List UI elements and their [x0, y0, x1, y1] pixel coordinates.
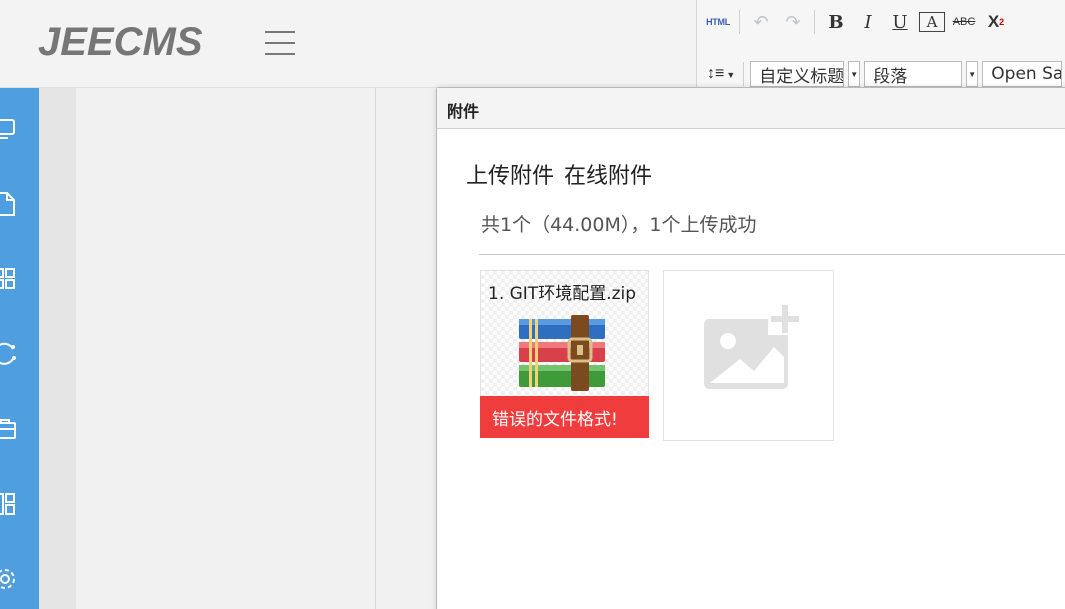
- chevron-down-icon[interactable]: ▼: [848, 61, 861, 87]
- app-logo[interactable]: JEECMS: [38, 20, 203, 65]
- line-height-icon[interactable]: ↕≡ ▼: [707, 65, 735, 83]
- refresh-icon[interactable]: [0, 341, 18, 367]
- archive-file-icon: [517, 315, 607, 391]
- redo-icon[interactable]: ↷: [780, 9, 806, 35]
- font-family-select[interactable]: Open Sans: [982, 61, 1063, 87]
- monitor-icon[interactable]: [0, 116, 18, 142]
- toolbar-separator: [814, 10, 815, 34]
- add-file-button[interactable]: [663, 270, 834, 441]
- upload-status: 共1个（44.00M），1个上传成功: [481, 214, 757, 236]
- strikethrough-button[interactable]: ABC: [951, 9, 977, 35]
- html-source-button[interactable]: HTML: [705, 9, 731, 35]
- grid-icon[interactable]: [0, 266, 18, 292]
- editor-toolbar: HTML ↶ ↷ B I U A ABC X2 ↕≡ ▼ 自定义标题 ▼ 段落 ▼…: [696, 0, 1065, 90]
- submenu-panel: [39, 88, 76, 609]
- paragraph-select[interactable]: 段落: [864, 61, 963, 87]
- toolbar-separator: [743, 62, 745, 86]
- chevron-down-icon[interactable]: ▼: [966, 61, 979, 87]
- add-image-icon: [704, 303, 804, 389]
- italic-button[interactable]: I: [855, 9, 881, 35]
- left-sidebar: [0, 88, 39, 609]
- layout-icon[interactable]: [0, 491, 18, 517]
- superscript-button[interactable]: X2: [983, 9, 1009, 35]
- toolbar-row-2: ↕≡▼ 自定义标题 ▼ 段落 ▼ Open Sans: [707, 60, 1065, 88]
- status-divider: [479, 254, 1065, 255]
- undo-icon[interactable]: ↶: [748, 9, 774, 35]
- tab-upload[interactable]: 上传附件: [466, 164, 554, 189]
- gear-icon[interactable]: [0, 566, 18, 592]
- toolbar-separator: [739, 10, 740, 34]
- superscript-label: X: [987, 12, 1000, 31]
- dialog-title: 附件: [437, 88, 1065, 129]
- custom-title-select[interactable]: 自定义标题: [750, 61, 845, 87]
- document-icon[interactable]: [0, 191, 18, 217]
- attachment-dialog: 附件 上传附件 在线附件 共1个（44.00M），1个上传成功 1. GIT环境配…: [436, 87, 1065, 609]
- briefcase-icon[interactable]: [0, 416, 18, 442]
- bold-button[interactable]: B: [823, 9, 849, 35]
- underline-button[interactable]: U: [887, 9, 913, 35]
- toolbar-row-1: HTML ↶ ↷ B I U A ABC X2: [705, 8, 1015, 36]
- tab-online[interactable]: 在线附件: [564, 164, 652, 189]
- dialog-tabs: 上传附件 在线附件: [466, 158, 662, 190]
- file-name: 1. GIT环境配置.zip: [488, 284, 637, 304]
- menu-toggle-icon[interactable]: [265, 30, 295, 56]
- content-panel: [76, 88, 376, 609]
- file-item[interactable]: 1. GIT环境配置.zip 错误的文件格式!: [480, 270, 649, 438]
- error-message: 错误的文件格式!: [480, 396, 649, 438]
- font-border-button[interactable]: A: [919, 12, 945, 32]
